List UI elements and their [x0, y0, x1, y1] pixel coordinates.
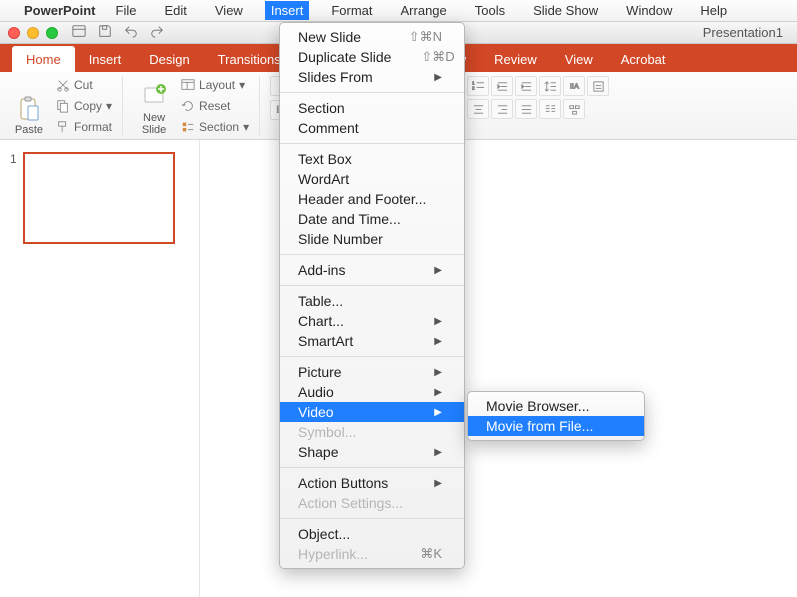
- reset-button[interactable]: Reset: [181, 97, 249, 115]
- insert-menu: New Slide⇧⌘NDuplicate Slide⇧⌘DSlides Fro…: [279, 22, 465, 569]
- menu-item-wordart[interactable]: WordArt: [280, 169, 464, 189]
- convert-smartart-button[interactable]: [563, 99, 585, 119]
- app-name[interactable]: PowerPoint: [24, 3, 96, 18]
- save-icon[interactable]: [98, 24, 112, 41]
- qat-ribbon-toggle-icon[interactable]: [72, 24, 86, 41]
- slide-number: 1: [10, 152, 17, 244]
- copy-button[interactable]: Copy ▾: [56, 97, 112, 115]
- menu-file[interactable]: File: [110, 1, 143, 20]
- align-right-button[interactable]: [491, 99, 513, 119]
- paste-button[interactable]: Paste: [8, 76, 50, 136]
- svg-text:2: 2: [472, 85, 475, 90]
- menu-item-date-and-time[interactable]: Date and Time...: [280, 209, 464, 229]
- video-submenu: Movie Browser...Movie from File...: [467, 391, 645, 441]
- menu-item-slides-from[interactable]: Slides From▶: [280, 67, 464, 87]
- tab-insert[interactable]: Insert: [75, 46, 136, 72]
- menu-item-smartart[interactable]: SmartArt▶: [280, 331, 464, 351]
- menu-item-slide-number[interactable]: Slide Number: [280, 229, 464, 249]
- clipboard-group: Paste Cut Copy ▾ Format: [8, 76, 123, 135]
- menu-slide-show[interactable]: Slide Show: [527, 1, 604, 20]
- increase-indent-button[interactable]: [515, 76, 537, 96]
- tab-acrobat[interactable]: Acrobat: [607, 46, 680, 72]
- menu-view[interactable]: View: [209, 1, 249, 20]
- menu-item-chart[interactable]: Chart...▶: [280, 311, 464, 331]
- paragraph-group: 12 IIA: [443, 76, 619, 135]
- menu-tools[interactable]: Tools: [469, 1, 511, 20]
- align-center-button[interactable]: [467, 99, 489, 119]
- menu-item-hyperlink: Hyperlink...⌘K: [280, 544, 464, 564]
- menu-item-movie-browser[interactable]: Movie Browser...: [468, 396, 644, 416]
- text-direction-button[interactable]: IIA: [563, 76, 585, 96]
- document-title: Presentation1: [703, 25, 783, 40]
- layout-button[interactable]: Layout ▾: [181, 76, 249, 94]
- menu-item-action-settings: Action Settings...: [280, 493, 464, 513]
- quick-access-toolbar: [72, 24, 164, 41]
- new-slide-label: New Slide: [142, 112, 166, 136]
- svg-text:IIA: IIA: [569, 81, 578, 90]
- zoom-button[interactable]: [46, 27, 58, 39]
- window-traffic-lights: [8, 27, 58, 39]
- menu-item-duplicate-slide[interactable]: Duplicate Slide⇧⌘D: [280, 47, 464, 67]
- numbering-button[interactable]: 12: [467, 76, 489, 96]
- new-slide-button[interactable]: New Slide: [133, 76, 175, 136]
- menu-window[interactable]: Window: [620, 1, 678, 20]
- slide-thumbnail-panel: 1: [0, 140, 200, 597]
- menu-help[interactable]: Help: [694, 1, 733, 20]
- tab-review[interactable]: Review: [480, 46, 551, 72]
- slides-group: New Slide Layout ▾ Reset Section ▾: [133, 76, 260, 135]
- menu-item-movie-from-file[interactable]: Movie from File...: [468, 416, 644, 436]
- slide-thumbnail[interactable]: [23, 152, 175, 244]
- menu-item-object[interactable]: Object...: [280, 524, 464, 544]
- menu-item-text-box[interactable]: Text Box: [280, 149, 464, 169]
- close-button[interactable]: [8, 27, 20, 39]
- menu-item-section[interactable]: Section: [280, 98, 464, 118]
- menu-format[interactable]: Format: [325, 1, 378, 20]
- columns-button[interactable]: [539, 99, 561, 119]
- format-painter-button[interactable]: Format: [56, 118, 112, 136]
- menu-item-video[interactable]: Video▶: [280, 402, 464, 422]
- menu-item-shape[interactable]: Shape▶: [280, 442, 464, 462]
- menu-item-table[interactable]: Table...: [280, 291, 464, 311]
- tab-design[interactable]: Design: [135, 46, 203, 72]
- decrease-indent-button[interactable]: [491, 76, 513, 96]
- menu-item-header-and-footer[interactable]: Header and Footer...: [280, 189, 464, 209]
- menu-arrange[interactable]: Arrange: [395, 1, 453, 20]
- minimize-button[interactable]: [27, 27, 39, 39]
- redo-icon[interactable]: [150, 24, 164, 41]
- tab-home[interactable]: Home: [12, 46, 75, 72]
- menu-insert[interactable]: Insert: [265, 1, 310, 20]
- menu-item-new-slide[interactable]: New Slide⇧⌘N: [280, 27, 464, 47]
- menu-item-audio[interactable]: Audio▶: [280, 382, 464, 402]
- mac-menu-bar: PowerPoint File Edit View Insert Format Arran…: [0, 0, 797, 22]
- line-spacing-button[interactable]: [539, 76, 561, 96]
- menu-item-action-buttons[interactable]: Action Buttons▶: [280, 473, 464, 493]
- align-text-button[interactable]: [587, 76, 609, 96]
- menu-edit[interactable]: Edit: [158, 1, 192, 20]
- paste-label: Paste: [15, 124, 43, 136]
- tab-view[interactable]: View: [551, 46, 607, 72]
- menu-item-add-ins[interactable]: Add-ins▶: [280, 260, 464, 280]
- menu-item-symbol: Symbol...: [280, 422, 464, 442]
- undo-icon[interactable]: [124, 24, 138, 41]
- menu-item-picture[interactable]: Picture▶: [280, 362, 464, 382]
- menu-item-comment[interactable]: Comment: [280, 118, 464, 138]
- cut-button[interactable]: Cut: [56, 76, 112, 94]
- section-button[interactable]: Section ▾: [181, 118, 249, 136]
- justify-button[interactable]: [515, 99, 537, 119]
